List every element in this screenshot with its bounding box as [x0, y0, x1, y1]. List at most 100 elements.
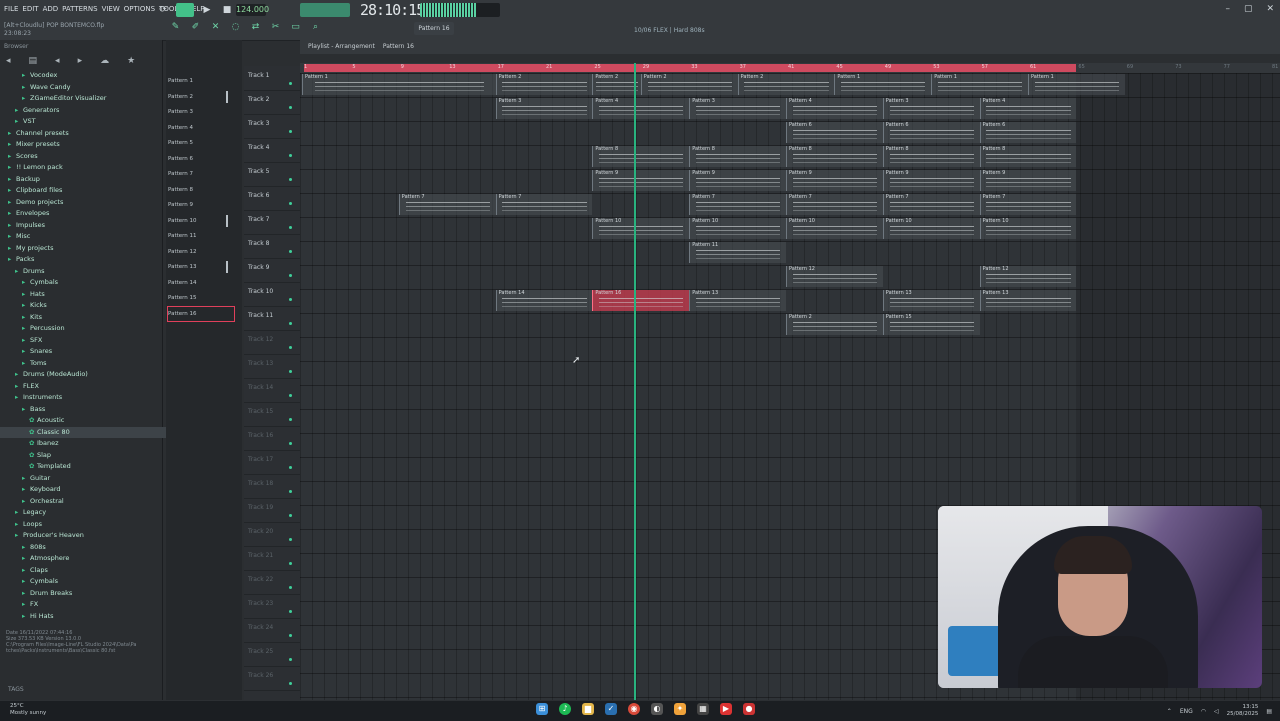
track-header[interactable]: Track 12	[244, 330, 300, 355]
minimize-icon[interactable]: –	[1225, 4, 1230, 14]
play-icon[interactable]: ▶	[200, 3, 214, 17]
wifi-icon[interactable]: ◠	[1201, 708, 1206, 715]
star-icon[interactable]: ★	[127, 56, 135, 66]
pencil-icon[interactable]: ✎	[170, 22, 181, 33]
playlist-clip[interactable]: Pattern 11	[689, 242, 786, 263]
browser-item[interactable]: ▸ Channel presets	[0, 128, 170, 139]
browser-item[interactable]: ▸ FX	[0, 599, 184, 610]
track-enable-led[interactable]	[289, 106, 292, 109]
browser-options-icon[interactable]: ◂	[6, 56, 11, 66]
playlist-clip[interactable]: Pattern 10	[882, 218, 980, 239]
select-icon[interactable]: ▭	[290, 22, 301, 33]
track-header[interactable]: Track 16	[244, 426, 300, 451]
playlist-clip[interactable]: Pattern 7	[979, 194, 1077, 215]
playlist-clip[interactable]: Pattern 3	[882, 98, 980, 119]
browser-item[interactable]: ▸ FLEX	[0, 381, 177, 392]
browser-item[interactable]: ▸ Mixer presets	[0, 139, 170, 150]
track-enable-led[interactable]	[289, 586, 292, 589]
track-enable-led[interactable]	[289, 490, 292, 493]
browser-item[interactable]: ▸ Generators	[0, 105, 177, 116]
track-header[interactable]: Track 13	[244, 354, 300, 379]
tags-bar[interactable]: TAGS	[0, 683, 170, 697]
pattern-item[interactable]: Pattern 14	[168, 276, 234, 290]
browser-item[interactable]: ▸ Misc	[0, 231, 170, 242]
track-header[interactable]: Track 9	[244, 258, 300, 283]
track-enable-led[interactable]	[289, 514, 292, 517]
playlist-clip[interactable]: Pattern 6	[882, 122, 980, 143]
browser-item[interactable]: ▸ Cymbals	[0, 576, 184, 587]
track-enable-led[interactable]	[289, 466, 292, 469]
folder-icon[interactable]: ▆	[582, 703, 594, 715]
browser-item[interactable]: ▸ Impulses	[0, 220, 170, 231]
playlist-clip[interactable]: Pattern 4	[786, 98, 883, 119]
playlist-clip[interactable]: Pattern 4	[979, 98, 1077, 119]
pattern-item[interactable]: Pattern 4	[168, 121, 234, 135]
notification-icon[interactable]: ▤	[1266, 708, 1272, 715]
playlist-clip[interactable]: Pattern 2	[495, 74, 593, 95]
pattern-selector[interactable]: Pattern 16	[414, 22, 454, 35]
browser-item[interactable]: ▸ Cymbals	[0, 277, 184, 288]
app-icon[interactable]: ◐	[651, 703, 663, 715]
clock[interactable]: 13:15 25/08/2025	[1227, 704, 1259, 718]
menu-item[interactable]: OPTIONS	[124, 5, 155, 13]
menu-item[interactable]: PATTERNS	[62, 5, 97, 13]
browser-item[interactable]: ▸ Orchestral	[0, 496, 184, 507]
track-header[interactable]: Track 25	[244, 642, 300, 667]
browser-item[interactable]: ✿ Acoustic	[0, 415, 191, 426]
pattern-item[interactable]: Pattern 3	[168, 105, 234, 119]
playlist-clip[interactable]: Pattern 6	[786, 122, 883, 143]
playhead[interactable]	[634, 63, 636, 700]
track-header[interactable]: Track 15	[244, 402, 300, 427]
cloud-icon[interactable]: ☁	[100, 56, 109, 66]
calendar-icon[interactable]: ▦	[697, 703, 709, 715]
browser-item[interactable]: ▸ Kicks	[0, 300, 184, 311]
playlist-clip[interactable]: Pattern 1	[931, 74, 1028, 95]
browser-item[interactable]: ▸ VST	[0, 116, 177, 127]
browser-item[interactable]: ▸ Hi Hats	[0, 611, 184, 622]
playlist-clip[interactable]: Pattern 9	[786, 170, 883, 191]
browser-item[interactable]: ▸ Kits	[0, 312, 184, 323]
browser-item[interactable]: ▸ ZGameEditor Visualizer	[0, 93, 184, 104]
playlist-clip[interactable]: Pattern 10	[979, 218, 1077, 239]
browser-item[interactable]: ✿ Slap	[0, 450, 191, 461]
playlist-clip[interactable]: Pattern 3	[495, 98, 593, 119]
browser-item[interactable]: ▸ Clipboard files	[0, 185, 170, 196]
track-enable-led[interactable]	[289, 658, 292, 661]
playlist-clip[interactable]: Pattern 1	[302, 74, 496, 95]
browser-item[interactable]: ▸ Snares	[0, 346, 184, 357]
menu-item[interactable]: ADD	[43, 5, 59, 13]
playlist-clip[interactable]: Pattern 14	[495, 290, 593, 311]
browser-item[interactable]: ▸ 808s	[0, 542, 184, 553]
recorder-icon[interactable]: ●	[743, 703, 755, 715]
chrome-icon[interactable]: ◉	[628, 703, 640, 715]
track-header[interactable]: Track 4	[244, 138, 300, 163]
weather-widget[interactable]: 25°C Mostly sunny	[10, 703, 46, 717]
playlist-clip[interactable]: Pattern 7	[882, 194, 980, 215]
track-enable-led[interactable]	[289, 250, 292, 253]
tempo-display[interactable]: 124.000	[236, 4, 269, 16]
track-enable-led[interactable]	[289, 298, 292, 301]
track-header[interactable]: Track 19	[244, 498, 300, 523]
browser-item[interactable]: ▸ Demo projects	[0, 197, 170, 208]
track-header[interactable]: Track 23	[244, 594, 300, 619]
track-enable-led[interactable]	[289, 322, 292, 325]
browser-item[interactable]: ▸ Hats	[0, 289, 184, 300]
track-enable-led[interactable]	[289, 154, 292, 157]
track-enable-led[interactable]	[289, 682, 292, 685]
maximize-icon[interactable]: ▢	[1244, 4, 1253, 14]
youtube-icon[interactable]: ▶	[720, 703, 732, 715]
browser-item[interactable]: ▸ Wave Candy	[0, 82, 184, 93]
browser-item[interactable]: ▸ Guitar	[0, 473, 184, 484]
pattern-song-toggle[interactable]	[176, 3, 194, 17]
track-enable-led[interactable]	[289, 562, 292, 565]
browser-item[interactable]: ✿ Ibanez	[0, 438, 191, 449]
track-enable-led[interactable]	[289, 634, 292, 637]
track-header[interactable]: Track 11	[244, 306, 300, 331]
track-header[interactable]: Track 17	[244, 450, 300, 475]
playlist-clip[interactable]: Pattern 4	[592, 98, 690, 119]
browser-item[interactable]: ▸ Scores	[0, 151, 170, 162]
browser-item[interactable]: ▸ Instruments	[0, 392, 177, 403]
track-header[interactable]: Track 8	[244, 234, 300, 259]
track-enable-led[interactable]	[289, 418, 292, 421]
track-enable-led[interactable]	[289, 202, 292, 205]
